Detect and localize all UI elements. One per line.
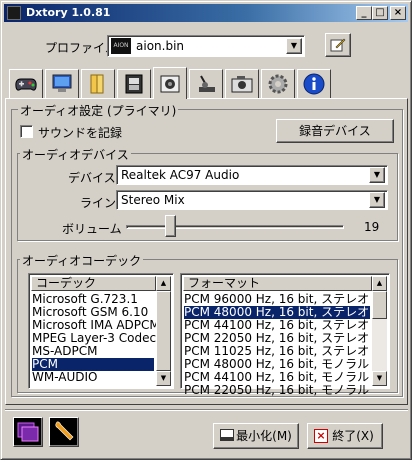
app-icon xyxy=(7,6,21,20)
codec-list-item[interactable]: WM-AUDIO xyxy=(32,371,154,384)
audio-settings-panel: オーディオ設定 (プライマリ) サウンドを記録 録音デバイス オーディオデバイス… xyxy=(5,98,408,405)
format-scrollbar[interactable]: ▲ ▼ xyxy=(372,276,387,386)
windows-stack-icon xyxy=(17,422,39,442)
device-label: デバイス xyxy=(68,171,116,185)
tab-folder[interactable] xyxy=(81,69,115,99)
format-list-item[interactable]: PCM 22050 Hz, 16 bit, モノラル xyxy=(184,384,370,397)
title-bar[interactable]: Dxtory 1.0.81 _ □ × xyxy=(4,4,408,22)
close-icon: × xyxy=(314,429,328,443)
info-icon xyxy=(303,73,325,95)
tab-advanced[interactable] xyxy=(261,69,295,99)
volume-slider-thumb[interactable] xyxy=(165,215,177,237)
tab-video[interactable] xyxy=(117,69,151,99)
volume-label: ボリューム xyxy=(62,222,122,236)
volume-value: 19 xyxy=(364,220,380,234)
format-list[interactable]: フォーマット PCM 96000 Hz, 16 bit, ステレオ PCM 480… xyxy=(180,273,390,397)
scroll-down-icon[interactable]: ▼ xyxy=(156,371,171,386)
edit-icon xyxy=(330,38,346,52)
tab-input[interactable] xyxy=(189,69,223,99)
line-label: ライン xyxy=(80,196,117,210)
monitor-icon xyxy=(52,74,72,92)
film-icon xyxy=(125,74,143,94)
chevron-down-icon[interactable]: ▼ xyxy=(369,167,385,183)
line-select[interactable]: Stereo Mix ▼ xyxy=(116,190,388,210)
gear-icon xyxy=(268,74,288,94)
profile-logo: AION xyxy=(111,38,131,54)
tab-display[interactable] xyxy=(45,69,79,99)
camera-speaker-icon xyxy=(160,75,180,92)
scroll-down-icon[interactable]: ▼ xyxy=(372,371,387,386)
window-title: Dxtory 1.0.81 xyxy=(26,6,111,19)
scroll-up-icon[interactable]: ▲ xyxy=(372,276,387,291)
line-value: Stereo Mix xyxy=(121,193,185,207)
chevron-down-icon[interactable]: ▼ xyxy=(286,38,302,54)
recording-device-button[interactable]: 録音デバイス xyxy=(276,119,394,143)
minimize-icon xyxy=(220,429,234,441)
audio-codec-title: オーディオコーデック xyxy=(20,252,144,269)
wrench-icon xyxy=(55,421,74,441)
screenshot-camera-icon xyxy=(231,76,253,93)
device-value: Realtek AC97 Audio xyxy=(121,168,240,182)
tab-info[interactable] xyxy=(297,69,331,99)
record-sound-checkbox[interactable] xyxy=(20,125,33,138)
profile-value: aion.bin xyxy=(136,39,185,53)
minimize-app-button[interactable]: 最小化(M) xyxy=(213,423,299,449)
divider xyxy=(5,409,408,411)
gamepad-icon xyxy=(15,78,37,91)
tab-audio[interactable] xyxy=(153,67,187,99)
volume-slider-track[interactable] xyxy=(126,225,344,229)
tab-screenshot[interactable] xyxy=(225,69,259,99)
profile-select[interactable]: AION aion.bin ▼ xyxy=(107,35,305,57)
tab-game[interactable] xyxy=(9,69,43,99)
folder-icon xyxy=(90,74,104,94)
maximize-window-button[interactable]: □ xyxy=(372,6,388,20)
codec-scrollbar[interactable]: ▲ ▼ xyxy=(156,276,171,386)
minimize-label: 最小化(M) xyxy=(236,429,292,443)
overlay-button[interactable] xyxy=(13,417,43,447)
scroll-up-icon[interactable]: ▲ xyxy=(156,276,171,291)
codec-column-header[interactable]: コーデック xyxy=(31,276,156,291)
close-window-button[interactable]: × xyxy=(390,6,406,20)
chevron-down-icon[interactable]: ▼ xyxy=(369,192,385,208)
device-select[interactable]: Realtek AC97 Audio ▼ xyxy=(116,165,388,185)
audio-device-title: オーディオデバイス xyxy=(20,146,131,163)
joystick-icon xyxy=(199,75,215,92)
exit-button[interactable]: × 終了(X) xyxy=(307,423,383,449)
exit-label: 終了(X) xyxy=(332,429,374,443)
format-column-header[interactable]: フォーマット xyxy=(183,276,372,291)
edit-profile-button[interactable] xyxy=(325,33,351,57)
tools-button[interactable] xyxy=(49,417,79,447)
codec-list[interactable]: コーデック Microsoft G.723.1 Microsoft GSM 6.1… xyxy=(28,273,174,389)
minimize-window-button[interactable]: _ xyxy=(356,6,372,20)
record-sound-label: サウンドを記録 xyxy=(38,126,123,140)
app-window: Dxtory 1.0.81 _ □ × プロファイル AION aion.bin… xyxy=(0,0,412,460)
audio-settings-title: オーディオ設定 (プライマリ) xyxy=(18,102,179,119)
format-scroll-thumb[interactable] xyxy=(372,291,387,319)
codec-scroll-thumb[interactable] xyxy=(156,291,171,371)
